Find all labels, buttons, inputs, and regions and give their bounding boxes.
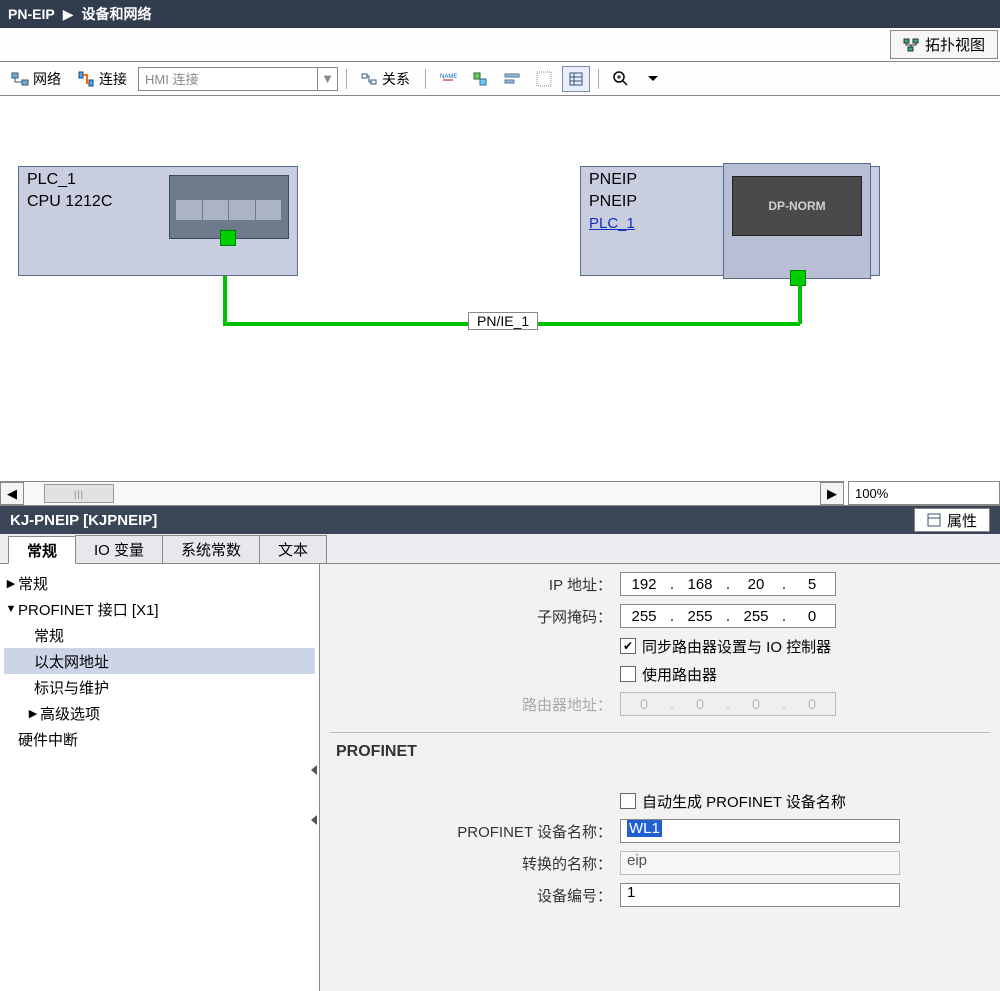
connect-button[interactable]: 连接	[72, 66, 134, 92]
auto-name-checkbox[interactable]	[620, 793, 636, 809]
sync-router-label: 同步路由器设置与 IO 控制器	[642, 636, 831, 657]
svg-text:NAME: NAME	[440, 74, 457, 80]
properties-icon	[927, 513, 941, 527]
inspector-tabs: 常规 IO 变量 系统常数 文本	[0, 534, 1000, 564]
collapse-left-icon	[311, 815, 317, 825]
auto-name-label: 自动生成 PROFINET 设备名称	[642, 791, 846, 812]
property-tree[interactable]: ▶常规 ▼PROFINET 接口 [X1] 常规 以太网地址 标识与维护 ▶高级…	[0, 564, 320, 991]
router-address-input: 0. 0. 0. 0	[620, 692, 836, 716]
subnet-mask-input[interactable]: 255. 255. 255. 0	[620, 604, 836, 628]
dropdown-arrow-icon: ▼	[317, 68, 337, 90]
topology-icon	[903, 37, 919, 53]
project-name: PN-EIP	[8, 6, 55, 22]
tree-item-ethernet-address[interactable]: 以太网地址	[4, 648, 315, 674]
converted-name-label: 转换的名称：	[320, 853, 620, 874]
scroll-left-icon[interactable]: ◀	[0, 482, 24, 505]
zoom-dropdown-icon[interactable]	[639, 66, 667, 92]
controller-link[interactable]: PLC_1	[589, 215, 635, 232]
wire-label[interactable]: PN/IE_1	[468, 312, 538, 330]
relation-button[interactable]: 关系	[355, 66, 417, 92]
network-button[interactable]: 网络	[6, 66, 68, 92]
topology-view-button[interactable]: 拓扑视图	[890, 30, 998, 59]
device-name-label: PROFINET 设备名称：	[320, 821, 620, 842]
scroll-thumb[interactable]: |||	[44, 484, 114, 503]
profinet-section-title: PROFINET	[320, 737, 1000, 767]
scroll-right-icon[interactable]: ▶	[820, 482, 844, 505]
wire-segment[interactable]	[223, 276, 227, 324]
plc-module-icon	[169, 175, 289, 239]
module-frame[interactable]: DP-NORM	[723, 163, 871, 279]
use-router-label: 使用路由器	[642, 664, 717, 685]
collapse-left-icon	[311, 765, 317, 775]
tree-item-advanced[interactable]: ▶高级选项	[4, 700, 315, 726]
splitter-handle[interactable]	[309, 564, 319, 991]
view-bar: 拓扑视图	[0, 28, 1000, 62]
converted-name-display: eip	[620, 851, 900, 875]
section-name: 设备和网络	[81, 4, 151, 24]
plc-port-icon[interactable]	[220, 230, 236, 246]
tree-item-general[interactable]: ▶常规	[4, 570, 315, 596]
tab-texts[interactable]: 文本	[259, 535, 327, 563]
tab-sysconst[interactable]: 系统常数	[162, 535, 260, 563]
device-number-label: 设备编号：	[320, 885, 620, 906]
breadcrumb: PN-EIP ▶ 设备和网络	[0, 0, 1000, 28]
device-name-input[interactable]: WL1	[620, 819, 900, 843]
connect-icon	[77, 70, 95, 88]
toolbar: 网络 连接 HMI 连接 ▼ 关系 NAME	[0, 62, 1000, 96]
tab-io-vars[interactable]: IO 变量	[75, 535, 163, 563]
device-pneip[interactable]: PNEIP PNEIP PLC_1 DP-NORM	[580, 166, 880, 276]
zoom-icon	[612, 70, 630, 88]
zoom-display[interactable]: 100%	[848, 481, 1000, 505]
network-canvas[interactable]: PLC_1 CPU 1212C PNEIP PNEIP PLC_1 DP-NOR…	[0, 96, 1000, 506]
tool-name-icon[interactable]: NAME	[434, 66, 462, 92]
zoom-button[interactable]	[607, 66, 635, 92]
tree-item-hw-interrupt[interactable]: ▶硬件中断	[4, 726, 315, 752]
relation-icon	[360, 70, 378, 88]
sync-router-checkbox[interactable]: ✔	[620, 638, 636, 654]
tree-item-profinet-interface[interactable]: ▼PROFINET 接口 [X1]	[4, 596, 315, 622]
tree-item-pn-general[interactable]: 常规	[4, 622, 315, 648]
horizontal-scrollbar[interactable]: ◀ ||| ▶	[0, 481, 844, 505]
tool-align-icon[interactable]	[498, 66, 526, 92]
properties-button[interactable]: 属性	[914, 508, 990, 532]
connection-type-dropdown[interactable]: HMI 连接 ▼	[138, 67, 338, 91]
device-plc[interactable]: PLC_1 CPU 1212C	[18, 166, 298, 276]
device-number-input[interactable]: 1	[620, 883, 900, 907]
tool-list-icon[interactable]	[562, 66, 590, 92]
inspector-title-bar: KJ-PNEIP [KJPNEIP] 属性	[0, 506, 1000, 534]
use-router-checkbox[interactable]	[620, 666, 636, 682]
wire-segment[interactable]	[798, 276, 802, 324]
tree-item-id-maint[interactable]: 标识与维护	[4, 674, 315, 700]
inspector-title: KJ-PNEIP [KJPNEIP]	[10, 512, 157, 529]
router-address-label: 路由器地址：	[320, 694, 620, 715]
property-panel: IP 地址： 192. 168. 20. 5 子网掩码： 255. 255. 2…	[320, 564, 1000, 991]
chevron-right-icon: ▶	[63, 6, 74, 23]
tab-general[interactable]: 常规	[8, 536, 76, 564]
tool-highlight-icon[interactable]	[466, 66, 494, 92]
tool-grid-icon[interactable]	[530, 66, 558, 92]
dp-norm-icon: DP-NORM	[732, 176, 862, 236]
ip-address-input[interactable]: 192. 168. 20. 5	[620, 572, 836, 596]
ip-address-label: IP 地址：	[320, 574, 620, 595]
network-icon	[11, 70, 29, 88]
subnet-mask-label: 子网掩码：	[320, 606, 620, 627]
